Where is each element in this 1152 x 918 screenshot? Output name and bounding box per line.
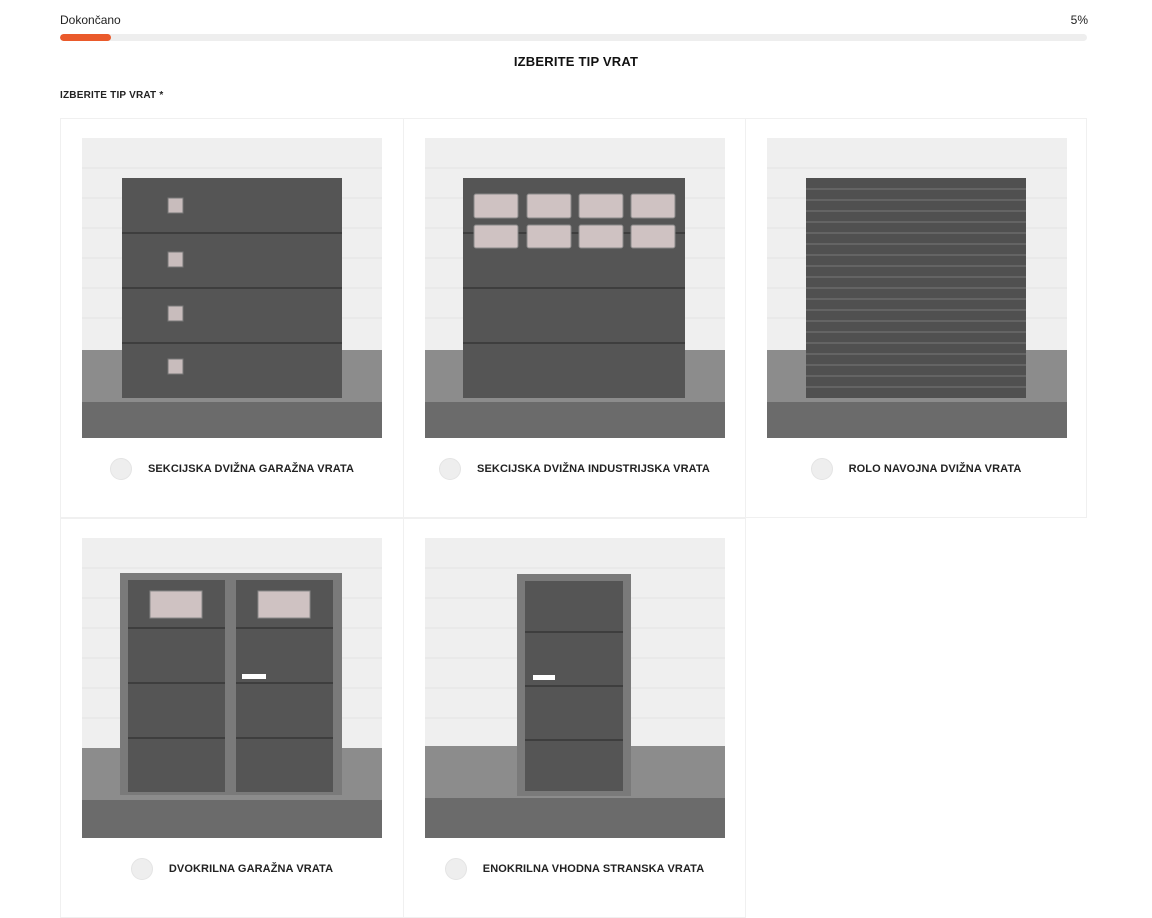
door-option-label: SEKCIJSKA DVIŽNA INDUSTRIJSKA VRATA (477, 463, 710, 475)
single-wing-side-door-image (425, 538, 725, 838)
progress-bar-fill (60, 34, 112, 41)
progress-percentage: 5% (1070, 13, 1088, 27)
door-option-radio[interactable] (439, 458, 462, 480)
door-option-label: ENOKRILNA VHODNA STRANSKA VRATA (482, 863, 705, 875)
door-option-label: SEKCIJSKA DVIŽNA GARAŽNA VRATA (147, 463, 355, 475)
door-option-radio[interactable] (810, 458, 833, 480)
door-option-label: ROLO NAVOJNA DVIŽNA VRATA (848, 463, 1022, 475)
sectional-industrial-door-image (425, 138, 725, 438)
progress-bar (60, 34, 1087, 41)
section-title: IZBERITE TIP VRAT (513, 54, 639, 69)
door-option-radio[interactable] (109, 458, 132, 480)
door-option-radio[interactable] (130, 858, 153, 880)
door-option-label: DVOKRILNA GARAŽNA VRATA (168, 863, 334, 875)
door-option-single-wing-side[interactable]: ENOKRILNA VHODNA STRANSKA VRATA (403, 518, 746, 918)
door-option-sectional-industrial[interactable]: SEKCIJSKA DVIŽNA INDUSTRIJSKA VRATA (403, 118, 746, 518)
progress-label: Dokončano (60, 13, 121, 27)
roller-door-image (767, 138, 1067, 438)
door-option-double-wing-garage[interactable]: DVOKRILNA GARAŽNA VRATA (60, 518, 404, 918)
door-option-sectional-garage[interactable]: SEKCIJSKA DVIŽNA GARAŽNA VRATA (60, 118, 404, 518)
door-type-field-label: IZBERITE TIP VRAT * (60, 90, 164, 101)
door-option-roller[interactable]: ROLO NAVOJNA DVIŽNA VRATA (745, 118, 1087, 518)
door-option-radio[interactable] (444, 858, 467, 880)
double-wing-garage-door-image (82, 538, 382, 838)
sectional-garage-door-image (82, 138, 382, 438)
